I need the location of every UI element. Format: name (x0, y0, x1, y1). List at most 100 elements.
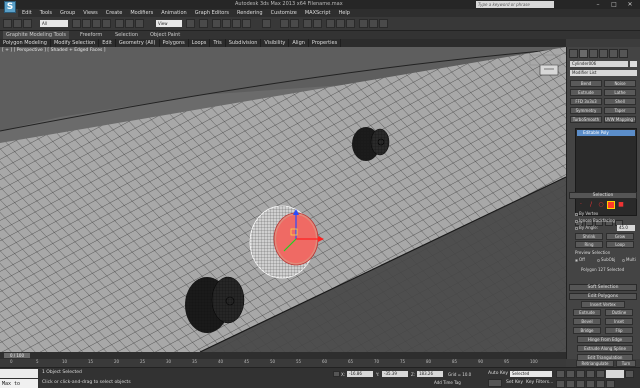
element-level-icon[interactable]: ■ (617, 201, 625, 209)
modifier-symmetry-button[interactable]: Symmetry (570, 107, 602, 114)
play-icon[interactable] (576, 370, 585, 378)
material-editor-icon[interactable] (346, 19, 355, 28)
go-to-start-icon[interactable] (556, 370, 565, 378)
manipulate-icon[interactable] (199, 19, 208, 28)
edge-level-icon[interactable]: / (587, 201, 595, 209)
align-icon[interactable] (290, 19, 299, 28)
ribbon-modify-selection[interactable]: Modify Selection (51, 39, 100, 47)
utilities-tab-icon[interactable] (619, 49, 628, 58)
time-slider-thumb[interactable]: 0 / 100 (4, 353, 30, 358)
modifier-bend-button[interactable]: Bend (570, 80, 602, 87)
perspective-viewport[interactable]: [ + ] [ Perspective ] [ Shaded + Edged F… (0, 47, 566, 352)
menu-edit[interactable]: Edit (18, 9, 36, 17)
modifier-lathe-button[interactable]: Lathe (604, 89, 636, 96)
go-to-end-icon[interactable] (596, 370, 605, 378)
ribbon-properties[interactable]: Properties (309, 39, 342, 47)
menu-tools[interactable]: Tools (36, 9, 56, 17)
timeline-ruler[interactable]: 0 5 10 15 20 25 30 35 40 45 50 55 60 65 … (0, 359, 566, 367)
tab-selection[interactable]: Selection (115, 31, 138, 39)
ribbon-visibility[interactable]: Visibility (261, 39, 290, 47)
pivot-center-icon[interactable] (186, 19, 195, 28)
menu-maxscript[interactable]: MAXScript (301, 9, 335, 17)
soft-selection-rollout-header[interactable]: Soft Selection (569, 284, 637, 291)
ring-button[interactable]: Ring (575, 241, 603, 248)
motion-tab-icon[interactable] (599, 49, 608, 58)
inset-button[interactable]: Inset (605, 318, 633, 325)
undo-icon[interactable] (3, 19, 12, 28)
modifier-ffd-button[interactable]: FFD 3x3x3 (570, 98, 602, 105)
modifier-noise-button[interactable]: Noise (604, 80, 636, 87)
grow-button[interactable]: Grow (606, 233, 634, 240)
shrink-button[interactable]: Shrink (575, 233, 603, 240)
by-angle-checkbox[interactable]: By Angle: (575, 225, 598, 230)
render-setup-icon[interactable] (359, 19, 368, 28)
schematic-view-icon[interactable] (336, 19, 345, 28)
border-level-icon[interactable]: ○ (597, 201, 605, 209)
ignore-backfacing-checkbox[interactable]: Ignore Backfacing (575, 218, 615, 223)
modifier-uvw-mapping-button[interactable]: UVW Mapping Clr (604, 116, 636, 123)
object-color-swatch[interactable] (630, 61, 637, 67)
ribbon-polygon-modeling[interactable]: Polygon Modeling (0, 39, 51, 47)
ribbon-tris[interactable]: Tris (210, 39, 226, 47)
key-mode-dropdown[interactable]: Selected (510, 371, 552, 377)
extrude-along-spline-button[interactable]: Extrude Along Spline (577, 345, 633, 352)
selection-filter-dropdown[interactable]: All (40, 20, 68, 27)
display-tab-icon[interactable] (609, 49, 618, 58)
graphite-toggle-icon[interactable] (313, 19, 322, 28)
select-by-name-icon[interactable] (82, 19, 91, 28)
angle-snap-icon[interactable] (222, 19, 231, 28)
tab-graphite-modeling-tools[interactable]: Graphite Modeling Tools (3, 31, 70, 39)
hierarchy-tab-icon[interactable] (589, 49, 598, 58)
loop-button[interactable]: Loop (606, 241, 634, 248)
reference-coordinate-dropdown[interactable]: View (156, 20, 182, 27)
menu-modifiers[interactable]: Modifiers (126, 9, 157, 17)
x-coordinate-field[interactable]: -16.86 (347, 371, 373, 377)
rectangular-selection-icon[interactable] (92, 19, 101, 28)
menu-rendering[interactable]: Rendering (233, 9, 267, 17)
scale-icon[interactable] (135, 19, 144, 28)
window-crossing-icon[interactable] (102, 19, 111, 28)
bevel-button[interactable]: Bevel (573, 318, 601, 325)
named-selection-icon[interactable] (262, 19, 271, 28)
close-button[interactable]: ✕ (622, 0, 638, 9)
zoom-extents-icon[interactable] (566, 379, 575, 388)
edit-polygons-rollout-header[interactable]: Edit Polygons (569, 293, 637, 300)
create-tab-icon[interactable] (569, 49, 578, 58)
bridge-button[interactable]: Bridge (573, 327, 601, 334)
redo-icon[interactable] (13, 19, 22, 28)
z-coordinate-field[interactable]: 183.26 (417, 371, 443, 377)
tab-object-paint[interactable]: Object Paint (150, 31, 180, 39)
ribbon-geometry-all[interactable]: Geometry (All) (116, 39, 160, 47)
field-of-view-icon[interactable] (576, 379, 585, 388)
lock-selection-icon[interactable] (333, 371, 340, 377)
menu-graph-editors[interactable]: Graph Editors (191, 9, 233, 17)
ribbon-align[interactable]: Align (289, 39, 309, 47)
tab-freeform[interactable]: Freeform (80, 31, 102, 39)
preview-off-radio[interactable]: Off (575, 257, 585, 262)
modifier-turbosmooth-button[interactable]: TurboSmooth (570, 116, 602, 123)
auto-key-button[interactable]: Auto Key (488, 371, 508, 376)
stack-item-editable-poly[interactable]: Editable Poly (577, 130, 635, 136)
vertex-level-icon[interactable]: · (577, 201, 585, 209)
menu-create[interactable]: Create (102, 9, 127, 17)
turn-button[interactable]: Turn (616, 360, 636, 367)
flip-button[interactable]: Flip (605, 327, 633, 334)
ribbon-edit[interactable]: Edit (99, 39, 116, 47)
modifier-shell-button[interactable]: Shell (604, 98, 636, 105)
add-time-tag[interactable]: Add Time Tag (434, 380, 461, 385)
app-logo-icon[interactable]: S (4, 1, 16, 13)
preview-multi-radio[interactable]: Multi (622, 257, 636, 262)
hinge-from-edge-button[interactable]: Hinge From Edge (577, 336, 633, 343)
modifier-taper-button[interactable]: Taper (604, 107, 636, 114)
select-object-icon[interactable] (72, 19, 81, 28)
selection-rollout-header[interactable]: Selection (569, 192, 637, 199)
curve-editor-icon[interactable] (326, 19, 335, 28)
search-input[interactable]: Type a keyword or phrase (476, 1, 554, 8)
zoom-icon[interactable] (625, 370, 634, 378)
pan-icon[interactable] (586, 379, 595, 388)
current-frame-field[interactable] (606, 370, 624, 378)
orbit-icon[interactable] (596, 379, 605, 388)
link-icon[interactable] (23, 19, 32, 28)
menu-help[interactable]: Help (335, 9, 354, 17)
menu-animation[interactable]: Animation (157, 9, 191, 17)
